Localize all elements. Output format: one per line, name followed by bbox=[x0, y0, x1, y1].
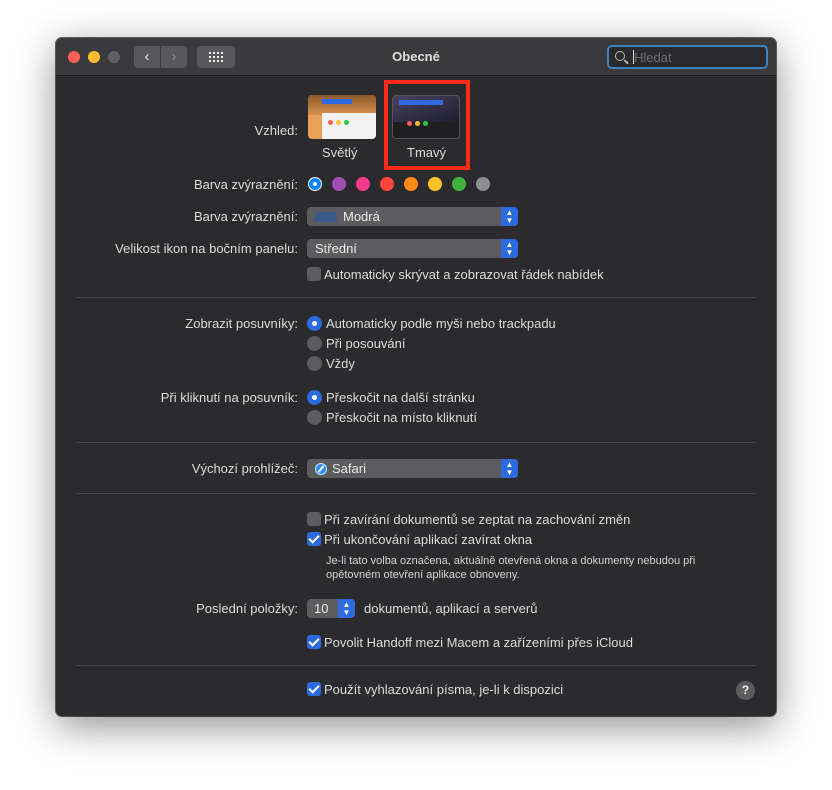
scrollbars-always-radio[interactable] bbox=[307, 356, 322, 371]
handoff-label: Povolit Handoff mezi Macem a zařízeními … bbox=[324, 635, 633, 650]
jump-next-page-radio[interactable] bbox=[307, 390, 322, 405]
sidebar-icon-size-label: Velikost ikon na bočním panelu: bbox=[115, 241, 298, 256]
scrollbar-click-label: Při kliknutí na posuvník: bbox=[160, 390, 298, 405]
accent-pink-swatch[interactable] bbox=[356, 177, 370, 191]
appearance-light-option[interactable] bbox=[308, 95, 376, 139]
default-browser-popup[interactable]: Safari ▲ ▼ bbox=[307, 459, 518, 478]
divider bbox=[76, 665, 756, 666]
scrollbars-always-label: Vždy bbox=[326, 356, 355, 371]
divider bbox=[76, 442, 756, 443]
scrollbars-when-scrolling-radio[interactable] bbox=[307, 336, 322, 351]
highlight-color-value: Modrá bbox=[343, 209, 380, 224]
accent-color-label: Barva zvýraznění: bbox=[193, 177, 298, 192]
scrollbars-when-scrolling-label: Při posouvání bbox=[326, 336, 406, 351]
popup-arrows-icon: ▲ ▼ bbox=[501, 239, 518, 258]
recent-items-suffix: dokumentů, aplikací a serverů bbox=[364, 601, 538, 616]
preferences-window: ‹ › Obecné Vzhled: S bbox=[56, 38, 776, 716]
highlight-color-label: Barva zvýraznění: bbox=[193, 209, 298, 224]
light-window-preview bbox=[322, 113, 376, 139]
menubar-autohide-label: Automaticky skrývat a zobrazovat řádek n… bbox=[324, 267, 604, 282]
search-field[interactable] bbox=[607, 45, 768, 69]
search-input[interactable] bbox=[634, 49, 759, 65]
accent-blue-swatch[interactable] bbox=[308, 177, 322, 191]
show-scrollbars-label: Zobrazit posuvníky: bbox=[185, 316, 298, 331]
appearance-label: Vzhled: bbox=[254, 123, 298, 138]
recent-items-label: Poslední položky: bbox=[196, 601, 298, 616]
close-windows-note-line2: opětovném otevření aplikace obnoveny. bbox=[326, 569, 520, 581]
title-bar: ‹ › Obecné bbox=[56, 38, 776, 76]
default-browser-label: Výchozí prohlížeč: bbox=[191, 461, 298, 476]
ask-keep-changes-label: Při zavírání dokumentů se zeptat na zach… bbox=[324, 512, 631, 527]
search-icon bbox=[615, 51, 625, 61]
font-smoothing-checkbox[interactable] bbox=[307, 682, 321, 696]
divider bbox=[76, 493, 756, 494]
appearance-dark-label: Tmavý bbox=[407, 145, 446, 160]
close-windows-label: Při ukončování aplikací zavírat okna bbox=[324, 532, 533, 547]
accent-red-swatch[interactable] bbox=[380, 177, 394, 191]
accent-yellow-swatch[interactable] bbox=[428, 177, 442, 191]
menubar-autohide-checkbox[interactable] bbox=[307, 267, 321, 281]
scrollbars-auto-radio[interactable] bbox=[307, 316, 322, 331]
light-wallpaper-preview bbox=[308, 95, 376, 115]
accent-orange-swatch[interactable] bbox=[404, 177, 418, 191]
recent-items-value: 10 bbox=[314, 601, 329, 616]
highlight-color-popup[interactable]: Modrá ▲ ▼ bbox=[307, 207, 518, 226]
accent-green-swatch[interactable] bbox=[452, 177, 466, 191]
safari-compass-icon bbox=[315, 463, 327, 475]
sidebar-icon-size-value: Střední bbox=[315, 241, 357, 256]
sidebar-icon-size-popup[interactable]: Střední ▲ ▼ bbox=[307, 239, 518, 258]
highlight-color-swatch bbox=[315, 212, 337, 222]
jump-clicked-spot-label: Přeskočit na místo kliknutí bbox=[326, 410, 477, 425]
handoff-checkbox[interactable] bbox=[307, 635, 321, 649]
jump-clicked-spot-radio[interactable] bbox=[307, 410, 322, 425]
recent-items-popup[interactable]: 10 ▲ ▼ bbox=[307, 599, 355, 618]
accent-purple-swatch[interactable] bbox=[332, 177, 346, 191]
default-browser-value: Safari bbox=[332, 461, 366, 476]
popup-arrows-icon: ▲ ▼ bbox=[501, 207, 518, 226]
scrollbars-auto-label: Automaticky podle myši nebo trackpadu bbox=[326, 316, 556, 331]
question-icon: ? bbox=[741, 683, 750, 697]
help-button[interactable]: ? bbox=[736, 681, 755, 700]
popup-arrows-icon: ▲ ▼ bbox=[338, 599, 355, 618]
light-menu-bar-preview bbox=[322, 99, 352, 104]
font-smoothing-label: Použít vyhlazování písma, je-li k dispoz… bbox=[324, 682, 564, 697]
ask-keep-changes-checkbox[interactable] bbox=[307, 512, 321, 526]
appearance-light-label: Světlý bbox=[322, 145, 358, 160]
accent-graphite-swatch[interactable] bbox=[476, 177, 490, 191]
close-windows-checkbox[interactable] bbox=[307, 532, 321, 546]
divider bbox=[76, 297, 756, 298]
close-windows-note-line1: Je-li tato volba označena, aktuálně otev… bbox=[326, 555, 696, 567]
popup-arrows-icon: ▲ ▼ bbox=[501, 459, 518, 478]
jump-next-page-label: Přeskočit na další stránku bbox=[326, 390, 475, 405]
